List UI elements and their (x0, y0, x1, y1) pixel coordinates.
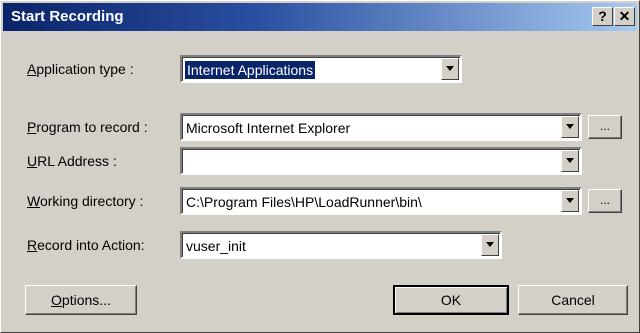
program-to-record-label: Program to record : (27, 119, 148, 135)
help-button[interactable]: ? (592, 7, 613, 26)
url-address-dropdown-icon[interactable] (561, 150, 579, 172)
working-directory-dropdown-icon[interactable] (561, 190, 579, 212)
program-to-record-select[interactable]: Microsoft Internet Explorer (180, 113, 582, 141)
working-directory-value: C:\Program Files\HP\LoadRunner\bin\ (186, 194, 422, 210)
application-type-value: Internet Applications (185, 61, 316, 79)
record-into-action-select[interactable]: vuser_init (180, 231, 502, 259)
url-address-label: URL Address : (27, 153, 117, 169)
ok-button[interactable]: OK (393, 285, 509, 315)
program-to-record-dropdown-icon[interactable] (561, 116, 579, 138)
record-into-action-label: Record into Action: (27, 237, 145, 253)
working-directory-label: Working directory : (27, 193, 144, 209)
record-into-action-dropdown-icon[interactable] (481, 234, 499, 256)
url-address-select[interactable] (180, 147, 582, 175)
window-title: Start Recording (11, 8, 124, 25)
record-into-action-value: vuser_init (186, 238, 246, 254)
working-directory-browse-button[interactable]: ... (588, 189, 622, 213)
application-type-dropdown-icon[interactable] (441, 58, 459, 80)
program-to-record-value: Microsoft Internet Explorer (186, 120, 351, 136)
application-type-select[interactable]: Internet Applications (180, 55, 462, 83)
title-bar: Start Recording ? ✕ (3, 3, 637, 31)
working-directory-select[interactable]: C:\Program Files\HP\LoadRunner\bin\ (180, 187, 582, 215)
cancel-button[interactable]: Cancel (518, 285, 628, 315)
application-type-label: Application type : (27, 61, 134, 77)
close-button[interactable]: ✕ (614, 7, 635, 26)
options-button[interactable]: Options... (25, 285, 137, 315)
start-recording-dialog: Start Recording ? ✕ Application type : I… (0, 0, 640, 333)
program-browse-button[interactable]: ... (588, 115, 622, 139)
